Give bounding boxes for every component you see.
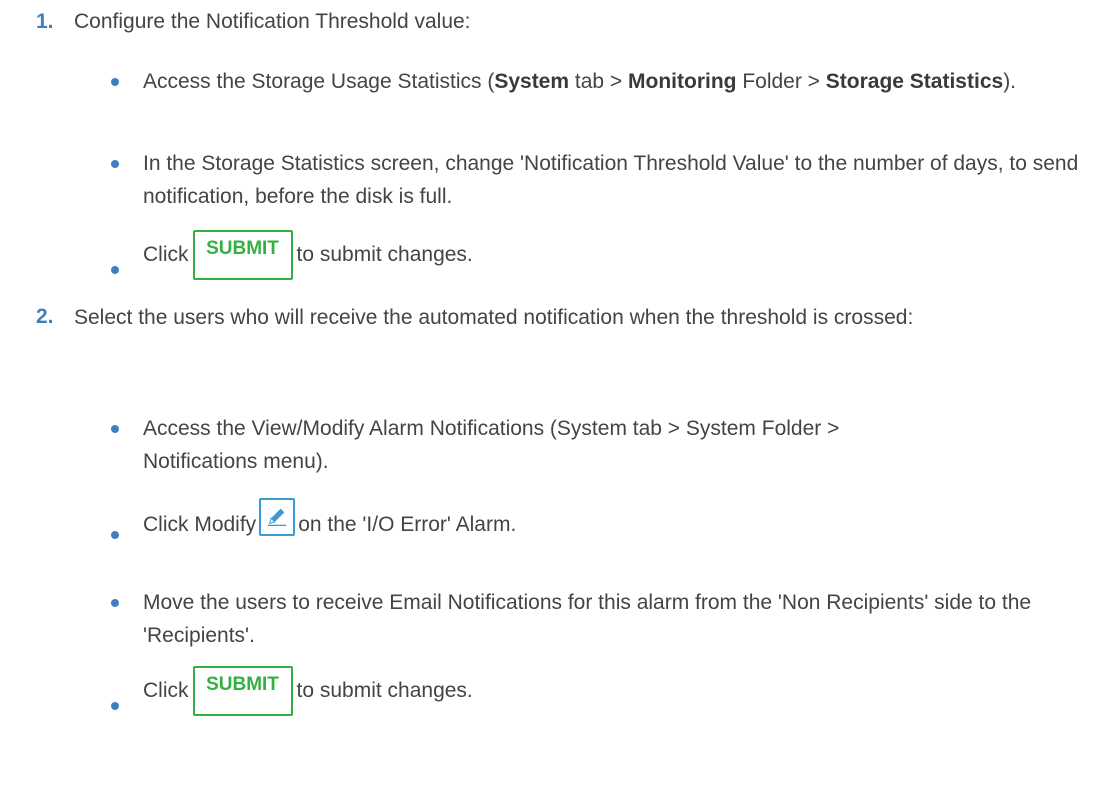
submit-button[interactable]: SUBMIT [192,666,293,717]
click-label: Click Modify [143,513,257,536]
bullet-dot-icon [111,531,119,539]
pencil-edit-icon [268,509,287,527]
bullet-dot-icon [111,160,119,168]
after-text: on the 'I/O Error' Alarm. [298,513,517,536]
bullet-text: Click SUBMIT to submit changes. [143,666,1103,717]
bullet-dot-icon [111,599,119,607]
bullet-text: Click SUBMIT to submit changes. [143,230,1103,281]
step-1-text: Configure the Notification Threshold val… [74,10,471,33]
after-text: to submit changes. [296,679,473,702]
bullet-text: Access the Storage Usage Statistics (Sys… [143,70,1017,93]
step-2-number: 2. [36,305,54,328]
bullet-dot-icon [111,266,119,274]
after-text: to submit changes. [296,243,473,266]
step-1-number: 1. [36,10,54,33]
bullet-text: Access the View/Modify Alarm Notificatio… [143,417,840,473]
click-label: Click [143,679,189,702]
modify-button[interactable] [259,498,296,537]
click-label: Click [143,243,189,266]
bullet-text: In the Storage Statistics screen, change… [143,152,1079,208]
bullet-dot-icon [111,78,119,86]
bullet-dot-icon [111,702,119,710]
bullet-text: Click Modify on the 'I/O Error' Alarm. [143,498,1103,545]
step-2-text: Select the users who will receive the au… [74,306,914,329]
submit-button[interactable]: SUBMIT [192,230,293,281]
bullet-text: Move the users to receive Email Notifica… [143,591,1032,647]
bullet-dot-icon [111,425,119,433]
instructions-document: 1. Configure the Notification Threshold … [0,0,1119,787]
